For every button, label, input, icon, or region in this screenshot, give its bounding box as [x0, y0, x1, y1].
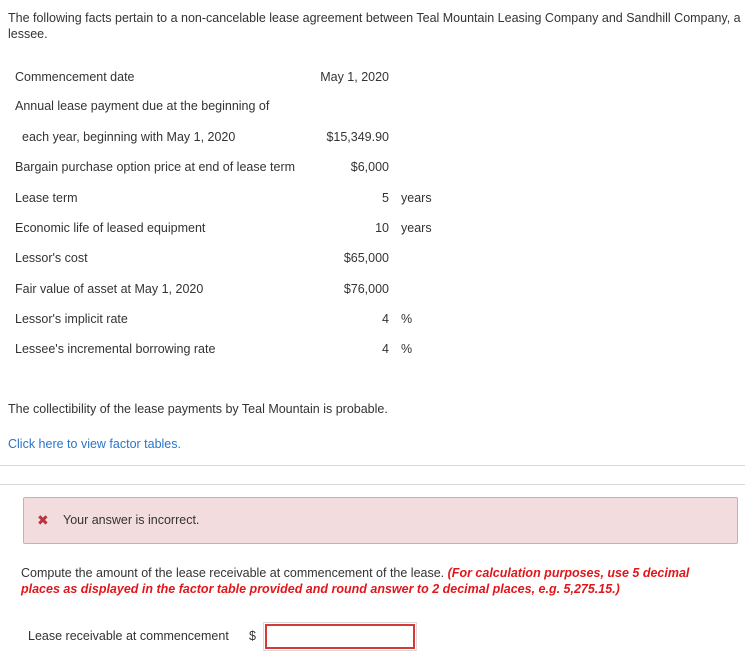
- fact-label-commencement-date: Commencement date: [15, 70, 135, 84]
- fact-label-annual-payment-cont: each year, beginning with May 1, 2020: [22, 130, 236, 144]
- fact-unit-lease-term: years: [401, 191, 432, 205]
- fact-label-borrowing-rate: Lessee's incremental borrowing rate: [15, 342, 216, 356]
- fact-value-economic-life: 10: [375, 221, 389, 235]
- fact-value-lease-term: 5: [382, 191, 389, 205]
- fact-unit-implicit-rate: %: [401, 312, 413, 326]
- error-x-icon: ✖: [37, 512, 49, 528]
- fact-unit-borrowing-rate: %: [401, 342, 413, 356]
- incorrect-answer-alert: ✖ Your answer is incorrect.: [23, 497, 738, 544]
- fact-value-bargain-option: $6,000: [350, 160, 389, 174]
- fact-label-economic-life: Economic life of leased equipment: [15, 221, 206, 235]
- factor-tables-link[interactable]: Click here to view factor tables.: [8, 437, 181, 451]
- question-prompt: Compute the amount of the lease receivab…: [21, 565, 726, 597]
- fact-label-lessor-cost: Lessor's cost: [15, 251, 88, 265]
- answer-label: Lease receivable at commencement: [28, 629, 229, 643]
- fact-value-borrowing-rate: 4: [382, 342, 389, 356]
- question-text: Compute the amount of the lease receivab…: [21, 566, 448, 580]
- fact-value-commencement-date: May 1, 2020: [320, 70, 389, 84]
- alert-message: Your answer is incorrect.: [63, 513, 200, 527]
- fact-unit-economic-life: years: [401, 221, 432, 235]
- fact-label-fair-value: Fair value of asset at May 1, 2020: [15, 282, 204, 296]
- lease-receivable-input[interactable]: [263, 622, 417, 651]
- fact-label-lease-term: Lease term: [15, 191, 78, 205]
- fact-value-annual-payment: $15,349.90: [326, 130, 389, 144]
- fact-value-implicit-rate: 4: [382, 312, 389, 326]
- section-divider: [0, 484, 745, 485]
- fact-value-fair-value: $76,000: [343, 282, 389, 296]
- problem-intro: The following facts pertain to a non-can…: [8, 11, 741, 41]
- collectibility-note: The collectibility of the lease payments…: [8, 402, 388, 416]
- fact-label-bargain-option: Bargain purchase option price at end of …: [15, 160, 296, 174]
- section-divider: [0, 465, 745, 466]
- fact-value-lessor-cost: $65,000: [343, 251, 389, 265]
- fact-label-implicit-rate: Lessor's implicit rate: [15, 312, 128, 326]
- fact-label-annual-payment: Annual lease payment due at the beginnin…: [15, 99, 270, 113]
- currency-symbol: $: [249, 629, 256, 643]
